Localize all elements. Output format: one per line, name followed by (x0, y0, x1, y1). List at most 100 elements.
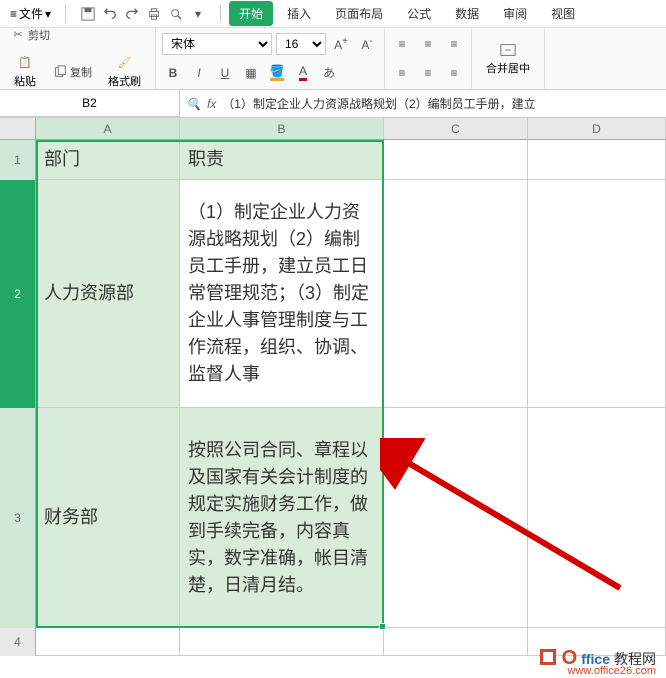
align-right-icon: ≡ (450, 66, 457, 80)
qat-save-icon[interactable] (78, 4, 98, 24)
name-box-input[interactable] (0, 96, 179, 110)
tab-start[interactable]: 开始 (229, 1, 273, 26)
quick-access-toolbar: ▾ (74, 4, 212, 24)
bold-icon: B (169, 66, 178, 80)
hamburger-icon: ≡ (10, 7, 17, 21)
font-increase-icon: A+ (334, 36, 348, 52)
pinyin-button[interactable]: あ (318, 62, 340, 84)
cell-A2[interactable]: 人力资源部 (36, 180, 180, 408)
copy-label: 复制 (70, 64, 92, 80)
tab-view[interactable]: 视图 (541, 1, 585, 26)
table-row: 3 财务部 按照公司合同、章程以及国家有关会计制度的规定实施财务工作，做到手续完… (0, 408, 666, 628)
formula-input[interactable] (222, 97, 660, 111)
cell-D2[interactable] (528, 180, 666, 408)
align-middle-button[interactable]: ≡ (417, 33, 439, 55)
tab-review[interactable]: 审阅 (493, 1, 537, 26)
paste-button[interactable]: 📋 粘贴 (6, 51, 44, 93)
align-right-button[interactable]: ≡ (443, 62, 465, 84)
cell-C2[interactable] (384, 180, 528, 408)
clipboard-group: ✂ 剪切 📋 粘贴 复制 🖌 格式刷 (0, 28, 156, 89)
cell-C1[interactable] (384, 140, 528, 180)
cell-D1[interactable] (528, 140, 666, 180)
border-icon: ▦ (245, 66, 256, 80)
align-center-icon: ≡ (424, 66, 431, 80)
table-row: 4 (0, 628, 666, 656)
col-header-A[interactable]: A (36, 118, 180, 139)
fill-color-button[interactable]: 🪣 (266, 62, 288, 84)
format-painter-button[interactable]: 🖌 格式刷 (100, 51, 149, 93)
cell-C3[interactable] (384, 408, 528, 628)
underline-icon: U (221, 66, 230, 80)
scissors-icon: ✂ (10, 27, 26, 43)
col-header-D[interactable]: D (528, 118, 666, 139)
col-header-C[interactable]: C (384, 118, 528, 139)
paste-label: 粘贴 (14, 73, 36, 89)
merge-center-button[interactable]: 合并居中 (478, 38, 538, 80)
cut-label: 剪切 (28, 27, 50, 43)
cell-A4[interactable] (36, 628, 180, 656)
qat-redo-icon[interactable] (122, 4, 142, 24)
tab-formula[interactable]: 公式 (397, 1, 441, 26)
align-bottom-button[interactable]: ≡ (443, 33, 465, 55)
cut-button[interactable]: ✂ 剪切 (6, 25, 54, 45)
cell-A3[interactable]: 财务部 (36, 408, 180, 628)
italic-icon: I (197, 66, 200, 80)
divider (65, 5, 66, 23)
dropdown-icon: ▾ (45, 7, 51, 21)
copy-icon (52, 64, 68, 80)
bold-button[interactable]: B (162, 62, 184, 84)
align-top-button[interactable]: ≡ (391, 33, 413, 55)
align-left-button[interactable]: ≡ (391, 62, 413, 84)
clipboard-icon: 📋 (17, 55, 33, 71)
formula-area: 🔍 fx (180, 97, 666, 111)
font-decrease-icon: A- (361, 36, 372, 52)
underline-button[interactable]: U (214, 62, 236, 84)
tab-page-layout[interactable]: 页面布局 (325, 1, 393, 26)
row-header-3[interactable]: 3 (0, 408, 36, 628)
cell-D4[interactable] (528, 628, 666, 656)
lookup-icon[interactable]: 🔍 (186, 97, 201, 111)
qat-more-icon[interactable]: ▾ (188, 4, 208, 24)
cell-B2[interactable]: （1）制定企业人力资源战略规划（2）编制员工手册，建立员工日常管理规范；（3）制… (180, 180, 384, 408)
font-size-select[interactable]: 16 (276, 33, 326, 55)
cell-B1[interactable]: 职责 (180, 140, 384, 180)
col-header-B[interactable]: B (180, 118, 384, 139)
table-row: 1 部门 职责 (0, 140, 666, 180)
cell-A1[interactable]: 部门 (36, 140, 180, 180)
qat-undo-icon[interactable] (100, 4, 120, 24)
tab-insert[interactable]: 插入 (277, 1, 321, 26)
menu-hamburger[interactable]: ≡ 文件 ▾ (4, 3, 57, 24)
qat-print-icon[interactable] (144, 4, 164, 24)
name-box[interactable] (0, 90, 180, 117)
tab-data[interactable]: 数据 (445, 1, 489, 26)
align-center-button[interactable]: ≡ (417, 62, 439, 84)
cell-D3[interactable] (528, 408, 666, 628)
font-name-select[interactable]: 宋体 (162, 33, 272, 55)
row-header-2[interactable]: 2 (0, 180, 36, 408)
border-button[interactable]: ▦ (240, 62, 262, 84)
font-color-button[interactable]: A (292, 62, 314, 84)
row-header-4[interactable]: 4 (0, 628, 36, 656)
brush-icon: 🖌 (117, 55, 133, 71)
align-bottom-icon: ≡ (450, 37, 457, 51)
pinyin-icon: あ (323, 64, 335, 81)
format-painter-label: 格式刷 (108, 73, 141, 89)
select-all-corner[interactable] (0, 118, 36, 139)
cell-C4[interactable] (384, 628, 528, 656)
column-headers: A B C D (0, 118, 666, 140)
font-group: 宋体 16 A+ A- B I U ▦ 🪣 A あ (156, 28, 385, 89)
cell-B3[interactable]: 按照公司合同、章程以及国家有关会计制度的规定实施财务工作，做到手续完备，内容真实… (180, 408, 384, 628)
merge-label: 合并居中 (486, 60, 530, 76)
divider (220, 5, 221, 23)
italic-button[interactable]: I (188, 62, 210, 84)
align-middle-icon: ≡ (424, 37, 431, 51)
copy-button[interactable]: 复制 (48, 62, 96, 82)
decrease-font-button[interactable]: A- (356, 33, 378, 55)
fx-label[interactable]: fx (207, 97, 216, 111)
file-menu-label: 文件 (19, 5, 43, 22)
qat-preview-icon[interactable] (166, 4, 186, 24)
increase-font-button[interactable]: A+ (330, 33, 352, 55)
row-header-1[interactable]: 1 (0, 140, 36, 180)
cell-B4[interactable] (180, 628, 384, 656)
align-top-icon: ≡ (398, 37, 405, 51)
